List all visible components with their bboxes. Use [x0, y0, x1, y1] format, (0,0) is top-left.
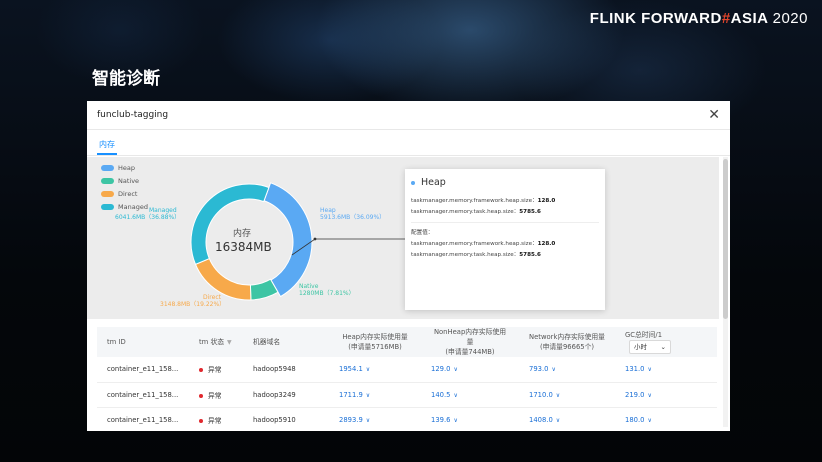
heap-tooltip: Heap taskmanager.memory.framework.heap.s…	[405, 169, 605, 310]
status-error-dot	[199, 418, 203, 423]
cell-gc[interactable]: 219.0 ∨	[615, 382, 717, 408]
cell-heap[interactable]: 1954.1 ∨	[329, 357, 421, 383]
table-row[interactable]: container_e11_158... 异常 hadoop5948 1954.…	[97, 357, 717, 383]
chevron-down-icon: ∨	[647, 416, 652, 424]
cell-status: 异常	[189, 407, 243, 431]
chevron-down-icon: ⌄	[660, 343, 666, 351]
col-host[interactable]: 机器域名	[243, 327, 329, 357]
slice-label-native-name: Native	[299, 283, 319, 290]
taskmanager-table: tm ID tm 状态 ▼ 机器域名 Heap内存实际使用量 (申请量5716MB)…	[97, 327, 717, 431]
chevron-down-icon: ∨	[453, 366, 458, 374]
slice-label-direct-value: 3148.8MB（19.22%）	[160, 301, 225, 308]
cell-tm-id: container_e11_158...	[97, 407, 189, 431]
cell-status: 异常	[189, 382, 243, 408]
slide-title: 智能诊断	[92, 69, 160, 89]
chevron-down-icon: ∨	[551, 366, 556, 374]
table-header-row: tm ID tm 状态 ▼ 机器域名 Heap内存实际使用量 (申请量5716MB)…	[97, 327, 717, 357]
col-gc[interactable]: GC总时间/1 小时 ⌄	[615, 327, 717, 357]
status-error-dot	[199, 393, 203, 398]
chevron-down-icon: ∨	[647, 366, 652, 374]
tooltip-line: taskmanager.memory.framework.heap.size：1…	[411, 198, 556, 204]
col-heap[interactable]: Heap内存实际使用量 (申请量5716MB)	[329, 327, 421, 357]
cell-heap[interactable]: 1711.9 ∨	[329, 382, 421, 408]
cell-network[interactable]: 1408.0 ∨	[519, 407, 615, 431]
cell-status: 异常	[189, 357, 243, 383]
cell-host: hadoop3249	[243, 382, 329, 408]
table-row[interactable]: container_e11_158... 异常 hadoop5910 2893.…	[97, 407, 717, 431]
close-icon[interactable]: ✕	[708, 107, 720, 123]
col-nonheap[interactable]: NonHeap内存实际使用量 (申请量744MB)	[421, 327, 519, 357]
chart-panel: ········ Heap Native Direct Managed 内存 1…	[87, 157, 719, 319]
slice-label-heap-value: 5913.6MB（36.09%）	[320, 214, 385, 221]
tooltip-title: Heap	[421, 177, 446, 188]
chevron-down-icon: ∨	[555, 416, 561, 424]
cell-gc[interactable]: 180.0 ∨	[615, 407, 717, 431]
col-tm-status[interactable]: tm 状态 ▼	[189, 327, 243, 357]
filter-icon[interactable]: ▼	[227, 339, 232, 346]
tooltip-line: taskmanager.memory.task.heap.size：5785.6	[411, 209, 541, 215]
cell-gc[interactable]: 131.0 ∨	[615, 357, 717, 383]
memory-donut-chart: 内存 16384MB Heap 5913.6MB（36.09%） Managed…	[115, 182, 405, 308]
dialog-scrollbar[interactable]	[723, 157, 728, 427]
chevron-down-icon: ∨	[453, 391, 458, 399]
connector-dot	[313, 237, 317, 241]
cell-host: hadoop5910	[243, 407, 329, 431]
tooltip-config-label: 配置值：	[411, 230, 434, 236]
chevron-down-icon: ∨	[365, 416, 371, 424]
slice-label-managed-value: 6041.6MB（36.88%）	[115, 214, 180, 221]
tooltip-dot-icon	[411, 180, 415, 185]
dialog-title: funclub-tagging	[97, 110, 169, 120]
cell-tm-id: container_e11_158...	[97, 382, 189, 408]
tooltip-line: taskmanager.memory.framework.heap.size：1…	[411, 241, 556, 247]
slice-label-managed-name: Managed	[149, 207, 177, 214]
cell-nonheap[interactable]: 129.0 ∨	[421, 357, 519, 383]
cell-network[interactable]: 1710.0 ∨	[519, 382, 615, 408]
tooltip-line: taskmanager.memory.task.heap.size：5785.6	[411, 252, 541, 258]
slice-label-direct-name: Direct	[203, 294, 222, 301]
slice-label-native-value: 1280MB（7.81%）	[299, 290, 355, 297]
tab-memory[interactable]: 内存	[97, 139, 117, 155]
cell-tm-id: container_e11_158...	[97, 357, 189, 383]
slice-label-heap-name: Heap	[320, 207, 336, 214]
status-error-dot	[199, 368, 203, 373]
chevron-down-icon: ∨	[453, 416, 458, 424]
cell-heap[interactable]: 2893.9 ∨	[329, 407, 421, 431]
chevron-down-icon: ∨	[647, 391, 652, 399]
table-row[interactable]: container_e11_158... 异常 hadoop3249 1711.…	[97, 382, 717, 408]
donut-center-label: 内存	[233, 227, 251, 239]
memory-dialog: funclub-tagging ✕ 内存 ········ Heap Nativ…	[87, 101, 730, 431]
tooltip-divider	[411, 222, 599, 223]
cell-network[interactable]: 793.0 ∨	[519, 357, 615, 383]
scroll-thumb[interactable]	[723, 159, 728, 319]
col-tm-id[interactable]: tm ID	[97, 327, 189, 357]
brand-logo: FLINK FORWARD#ASIA 2020	[589, 10, 808, 27]
col-network[interactable]: Network内存实际使用量 (申请量96665个)	[519, 327, 615, 357]
chevron-down-icon: ∨	[365, 366, 371, 374]
chevron-down-icon: ∨	[555, 391, 561, 399]
cell-host: hadoop5948	[243, 357, 329, 383]
donut-center-value: 16384MB	[215, 240, 272, 254]
dialog-header: funclub-tagging	[87, 101, 730, 130]
time-unit-select[interactable]: 小时 ⌄	[629, 340, 671, 354]
cell-nonheap[interactable]: 140.5 ∨	[421, 382, 519, 408]
cell-nonheap[interactable]: 139.6 ∨	[421, 407, 519, 431]
chevron-down-icon: ∨	[365, 391, 371, 399]
tab-bar: 内存	[87, 130, 730, 156]
